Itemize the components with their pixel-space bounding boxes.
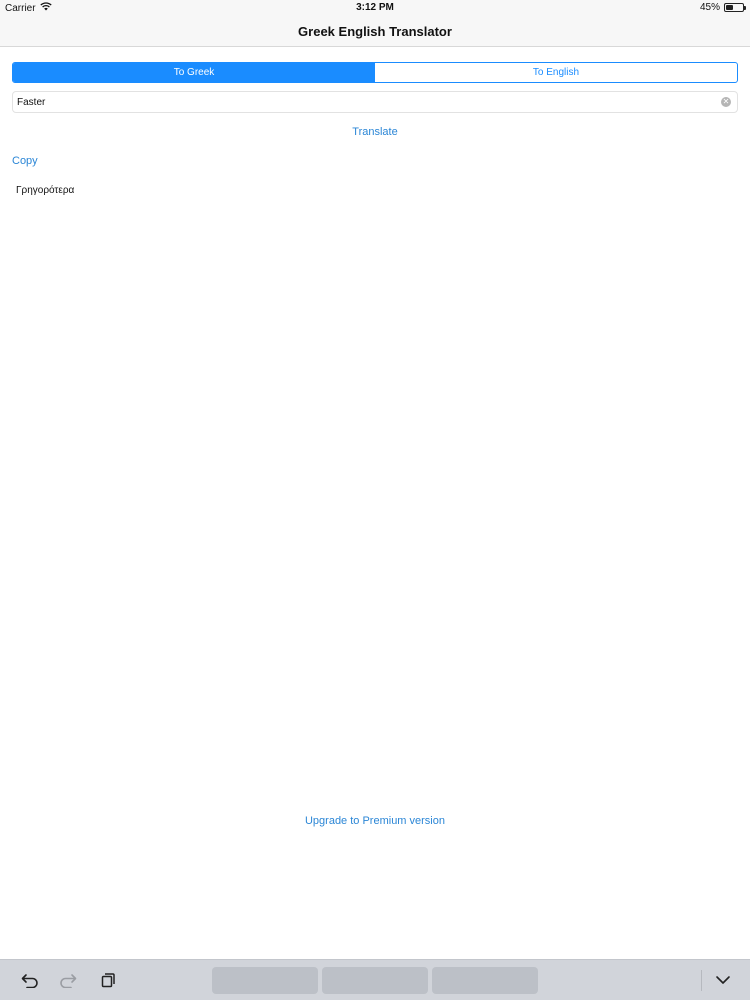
page-title: Greek English Translator [298, 24, 452, 39]
dismiss-keyboard-icon[interactable] [713, 970, 733, 990]
navigation-bar: Greek English Translator [0, 16, 750, 47]
copy-button[interactable]: Copy [12, 155, 38, 167]
status-right: 45% [699, 2, 746, 13]
redo-icon[interactable] [58, 970, 78, 990]
suggestion-key-3[interactable] [432, 967, 538, 994]
upgrade-premium-button[interactable]: Upgrade to Premium version [0, 815, 750, 827]
suggestion-key-1[interactable] [212, 967, 318, 994]
paste-icon[interactable] [98, 970, 118, 990]
keyboard-shortcut-bar [0, 959, 750, 1000]
divider [701, 970, 702, 991]
suggestion-key-2[interactable] [322, 967, 428, 994]
battery-level [726, 5, 734, 10]
source-text-field: ✕ [12, 91, 738, 113]
battery-icon [724, 3, 746, 12]
translate-button[interactable]: Translate [0, 126, 750, 138]
direction-segmented-control: To Greek To English [12, 62, 738, 83]
source-text-input[interactable] [17, 94, 717, 111]
translation-result: Γρηγορότερα [16, 185, 75, 196]
status-bar: Carrier 3:12 PM 45% [0, 0, 750, 16]
battery-percent: 45% [699, 2, 720, 13]
segment-to-greek[interactable]: To Greek [13, 63, 375, 82]
segment-to-english[interactable]: To English [375, 63, 737, 82]
clear-icon[interactable]: ✕ [721, 97, 731, 107]
undo-icon[interactable] [20, 970, 40, 990]
status-time: 3:12 PM [356, 2, 394, 13]
